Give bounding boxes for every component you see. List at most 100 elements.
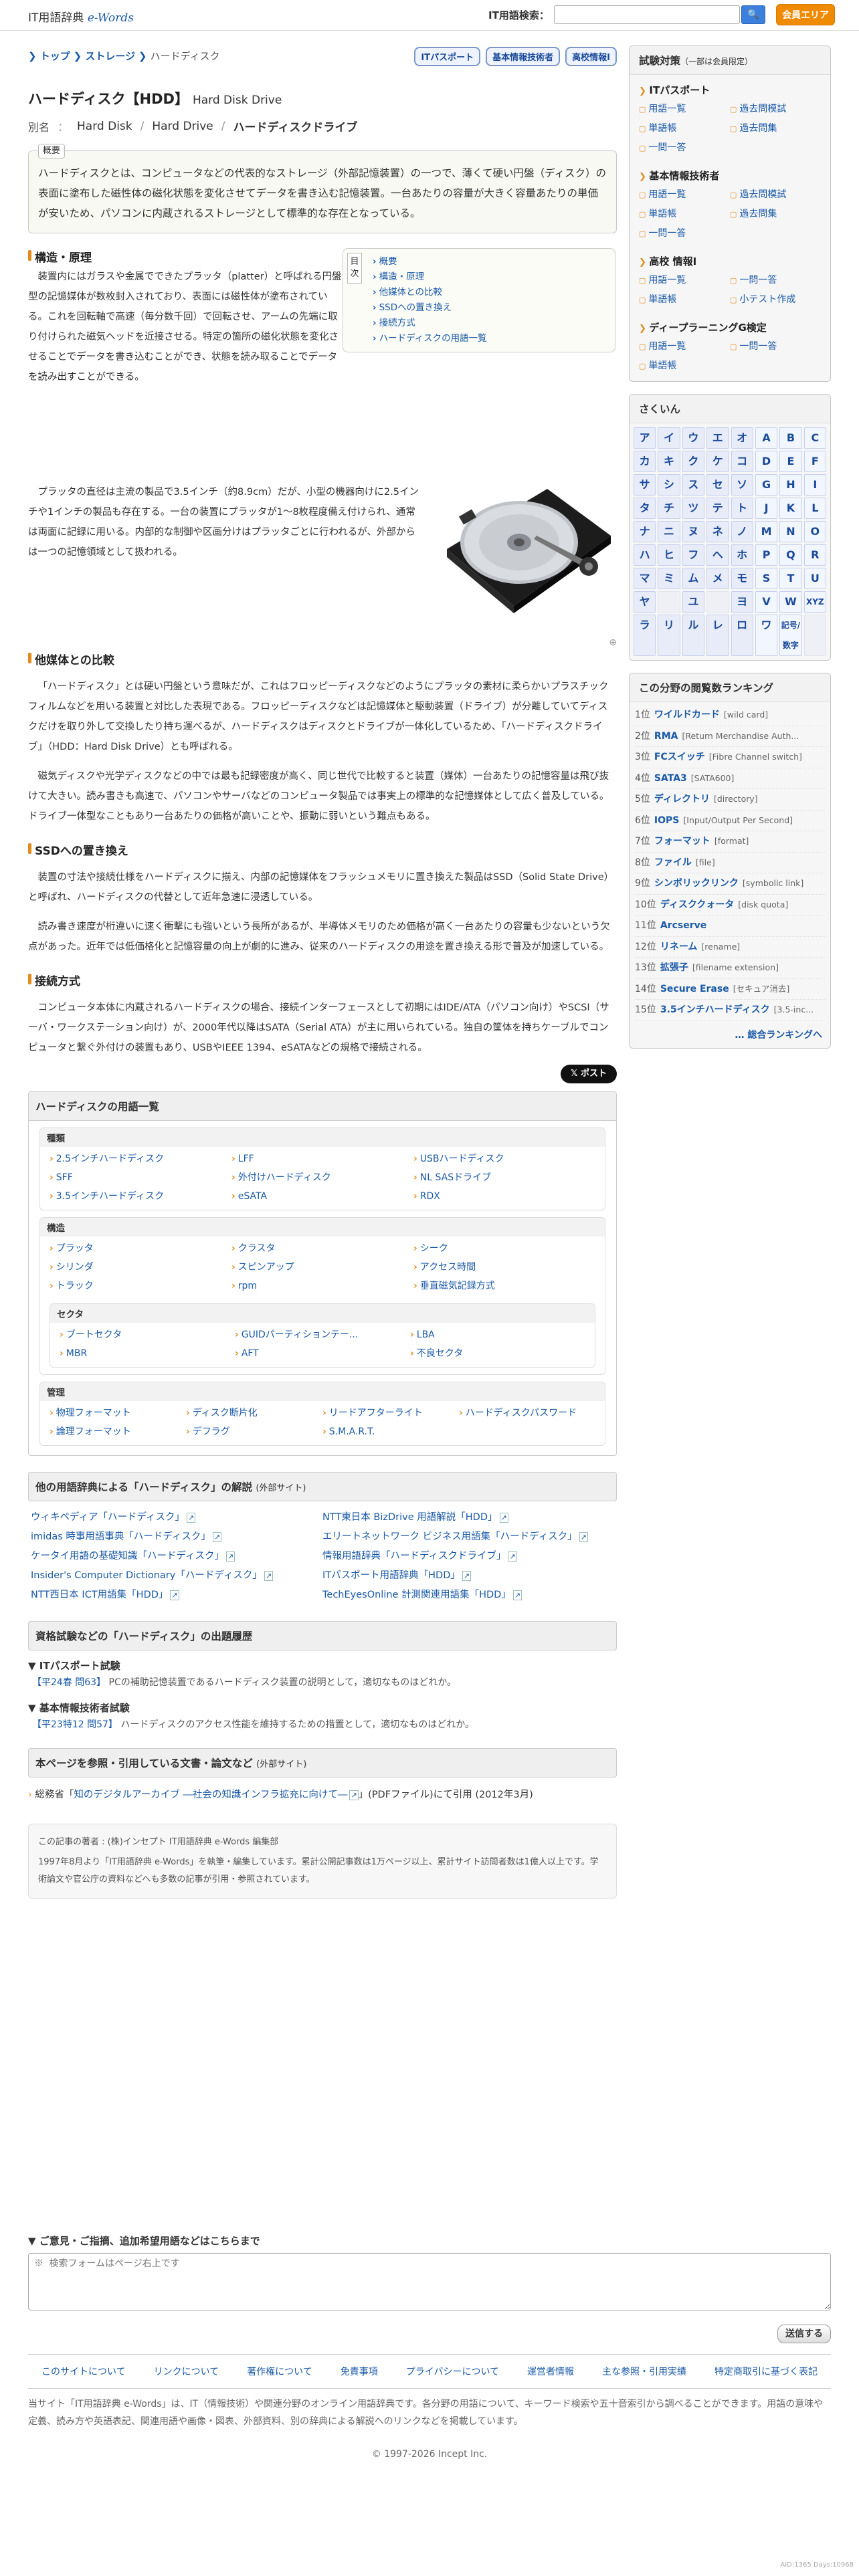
- kana-index-cell[interactable]: マ: [634, 568, 656, 589]
- term-link[interactable]: デフラグ: [186, 1422, 322, 1441]
- ranking-item[interactable]: 4位 SATA3 [SATA600]: [635, 768, 825, 789]
- rank-term[interactable]: Secure Erase: [660, 984, 729, 994]
- kana-index-cell[interactable]: F: [803, 451, 826, 472]
- exam-link[interactable]: 単語帳: [639, 290, 730, 310]
- kana-index-cell[interactable]: チ: [658, 498, 680, 519]
- exam-link[interactable]: 小テスト作成: [730, 290, 821, 310]
- kana-index-cell[interactable]: ユ: [682, 591, 705, 613]
- tab-it-passport[interactable]: ITパスポート: [414, 47, 481, 66]
- kana-index-cell[interactable]: ニ: [658, 521, 680, 542]
- exam-block[interactable]: ▼ ITパスポート試験 【平24春 問63】 PCの補助記憶装置であるハードディ…: [28, 1658, 617, 1689]
- kana-index-cell[interactable]: ツ: [682, 498, 705, 519]
- kana-index-cell[interactable]: ヤ: [634, 591, 656, 613]
- external-link[interactable]: NTT東日本 BizDrive 用語解説「HDD」: [322, 1508, 614, 1527]
- term-link[interactable]: 物理フォーマット: [50, 1404, 186, 1422]
- exam-link[interactable]: 一問一答: [639, 224, 730, 243]
- rank-term[interactable]: 3.5インチハードディスク: [660, 1004, 770, 1015]
- term-link[interactable]: 垂直磁気記録方式: [413, 1277, 595, 1295]
- kana-index-cell[interactable]: R: [803, 544, 826, 566]
- exam-link[interactable]: 用語一覧: [639, 100, 730, 119]
- exam-link[interactable]: 過去問集: [730, 119, 821, 138]
- exam-ref-link[interactable]: 【平23特12 問57】: [32, 1719, 118, 1730]
- x-post-button[interactable]: 𝕏 ポスト: [561, 1065, 617, 1083]
- external-link[interactable]: Insider's Computer Dictionary「ハードディスク」: [31, 1566, 322, 1586]
- kana-index-cell[interactable]: タ: [634, 498, 656, 519]
- ranking-more-link[interactable]: … 総合ランキングへ: [735, 1030, 822, 1041]
- kana-index-cell[interactable]: ク: [682, 451, 705, 472]
- kana-index-cell[interactable]: W: [779, 591, 802, 613]
- term-link[interactable]: rpm: [231, 1277, 413, 1295]
- footer-link-copyright[interactable]: 著作権について: [247, 2365, 312, 2378]
- toc-item[interactable]: 接続方式: [373, 316, 608, 331]
- term-link[interactable]: RDX: [413, 1187, 595, 1206]
- kana-index-cell[interactable]: ノ: [731, 521, 753, 542]
- kana-index-cell[interactable]: D: [755, 451, 778, 472]
- footer-link-about[interactable]: このサイトについて: [41, 2365, 126, 2378]
- kana-index-cell[interactable]: E: [779, 451, 802, 472]
- exam-link[interactable]: 過去問集: [730, 205, 821, 224]
- rank-term[interactable]: ディスククォータ: [660, 899, 734, 910]
- rank-term[interactable]: ディレクトリ: [654, 794, 710, 804]
- footer-link-operator[interactable]: 運営者情報: [527, 2365, 574, 2378]
- exam-link[interactable]: 単語帳: [639, 205, 730, 224]
- term-link[interactable]: シリンダ: [50, 1258, 231, 1277]
- kana-index-cell[interactable]: ケ: [706, 451, 729, 472]
- kana-index-cell[interactable]: T: [779, 568, 802, 589]
- footer-link-disclaimer[interactable]: 免責事項: [341, 2365, 378, 2378]
- term-link[interactable]: シーク: [413, 1239, 595, 1258]
- rank-term[interactable]: ワイルドカード: [654, 710, 720, 720]
- term-link[interactable]: AFT: [235, 1344, 410, 1363]
- toc-item[interactable]: 他媒体との比較: [373, 285, 608, 300]
- kana-index-cell[interactable]: L: [803, 498, 826, 519]
- kana-index-cell[interactable]: シ: [658, 474, 680, 496]
- external-link[interactable]: imidas 時事用語事典「ハードディスク」: [31, 1527, 322, 1547]
- kana-index-cell[interactable]: K: [779, 498, 802, 519]
- term-link[interactable]: MBR: [60, 1344, 235, 1363]
- exam-link[interactable]: 一問一答: [639, 138, 730, 158]
- site-logo[interactable]: IT用語辞典 e-Words: [28, 8, 134, 25]
- feedback-submit-button[interactable]: 送信する: [777, 2325, 831, 2343]
- kana-index-cell[interactable]: ム: [682, 568, 705, 589]
- term-link[interactable]: ディスク断片化: [186, 1404, 322, 1422]
- tab-highschool[interactable]: 高校情報Ⅰ: [565, 47, 617, 66]
- search-input[interactable]: [554, 5, 740, 24]
- kana-index-cell[interactable]: ワ: [755, 615, 778, 656]
- kana-index-cell[interactable]: O: [803, 521, 826, 542]
- ranking-item[interactable]: 6位 IOPS [Input/Output Per Second]: [635, 811, 825, 831]
- term-link[interactable]: スピンアップ: [231, 1258, 413, 1277]
- rank-term[interactable]: FCスイッチ: [654, 752, 705, 762]
- kana-index-cell[interactable]: ホ: [731, 544, 753, 566]
- kana-index-cell[interactable]: ヌ: [682, 521, 705, 542]
- exam-link[interactable]: 用語一覧: [639, 271, 730, 290]
- rank-term[interactable]: IOPS: [654, 815, 679, 826]
- kana-index-cell[interactable]: 記号/数字: [779, 615, 802, 656]
- rank-term[interactable]: フォーマット: [654, 836, 710, 847]
- kana-index-cell[interactable]: V: [755, 591, 778, 613]
- kana-index-cell[interactable]: ア: [634, 427, 656, 449]
- kana-index-cell[interactable]: リ: [658, 615, 680, 656]
- ranking-item[interactable]: 14位 Secure Erase [セキュア消去]: [635, 979, 825, 1000]
- kana-index-cell[interactable]: ヒ: [658, 544, 680, 566]
- ranking-item[interactable]: 11位 Arcserve: [635, 916, 825, 937]
- exam-link[interactable]: 単語帳: [639, 356, 730, 376]
- footer-link-links[interactable]: リンクについて: [154, 2365, 219, 2378]
- breadcrumb-storage[interactable]: ストレージ: [85, 50, 135, 62]
- footer-link-privacy[interactable]: プライバシーについて: [406, 2365, 499, 2378]
- term-link[interactable]: プラッタ: [50, 1239, 231, 1258]
- kana-index-cell[interactable]: ミ: [658, 568, 680, 589]
- footer-link-citations[interactable]: 主な参照・引用実績: [602, 2365, 686, 2378]
- rank-term[interactable]: リネーム: [660, 942, 698, 952]
- kana-index-cell[interactable]: U: [803, 568, 826, 589]
- term-link[interactable]: クラスタ: [231, 1239, 413, 1258]
- term-link[interactable]: S.M.A.R.T.: [322, 1422, 459, 1441]
- tab-fe[interactable]: 基本情報技術者: [486, 47, 561, 66]
- ranking-item[interactable]: 8位 ファイル [file]: [635, 853, 825, 873]
- term-link[interactable]: ハードディスクパスワード: [459, 1404, 595, 1422]
- feedback-textarea[interactable]: [28, 2253, 831, 2311]
- exam-link[interactable]: 一問一答: [730, 271, 821, 290]
- rank-term[interactable]: ファイル: [654, 857, 692, 868]
- kana-index-cell[interactable]: J: [755, 498, 778, 519]
- search-button[interactable]: 🔍: [741, 5, 765, 24]
- kana-index-cell[interactable]: S: [755, 568, 778, 589]
- term-link[interactable]: SFF: [50, 1168, 231, 1187]
